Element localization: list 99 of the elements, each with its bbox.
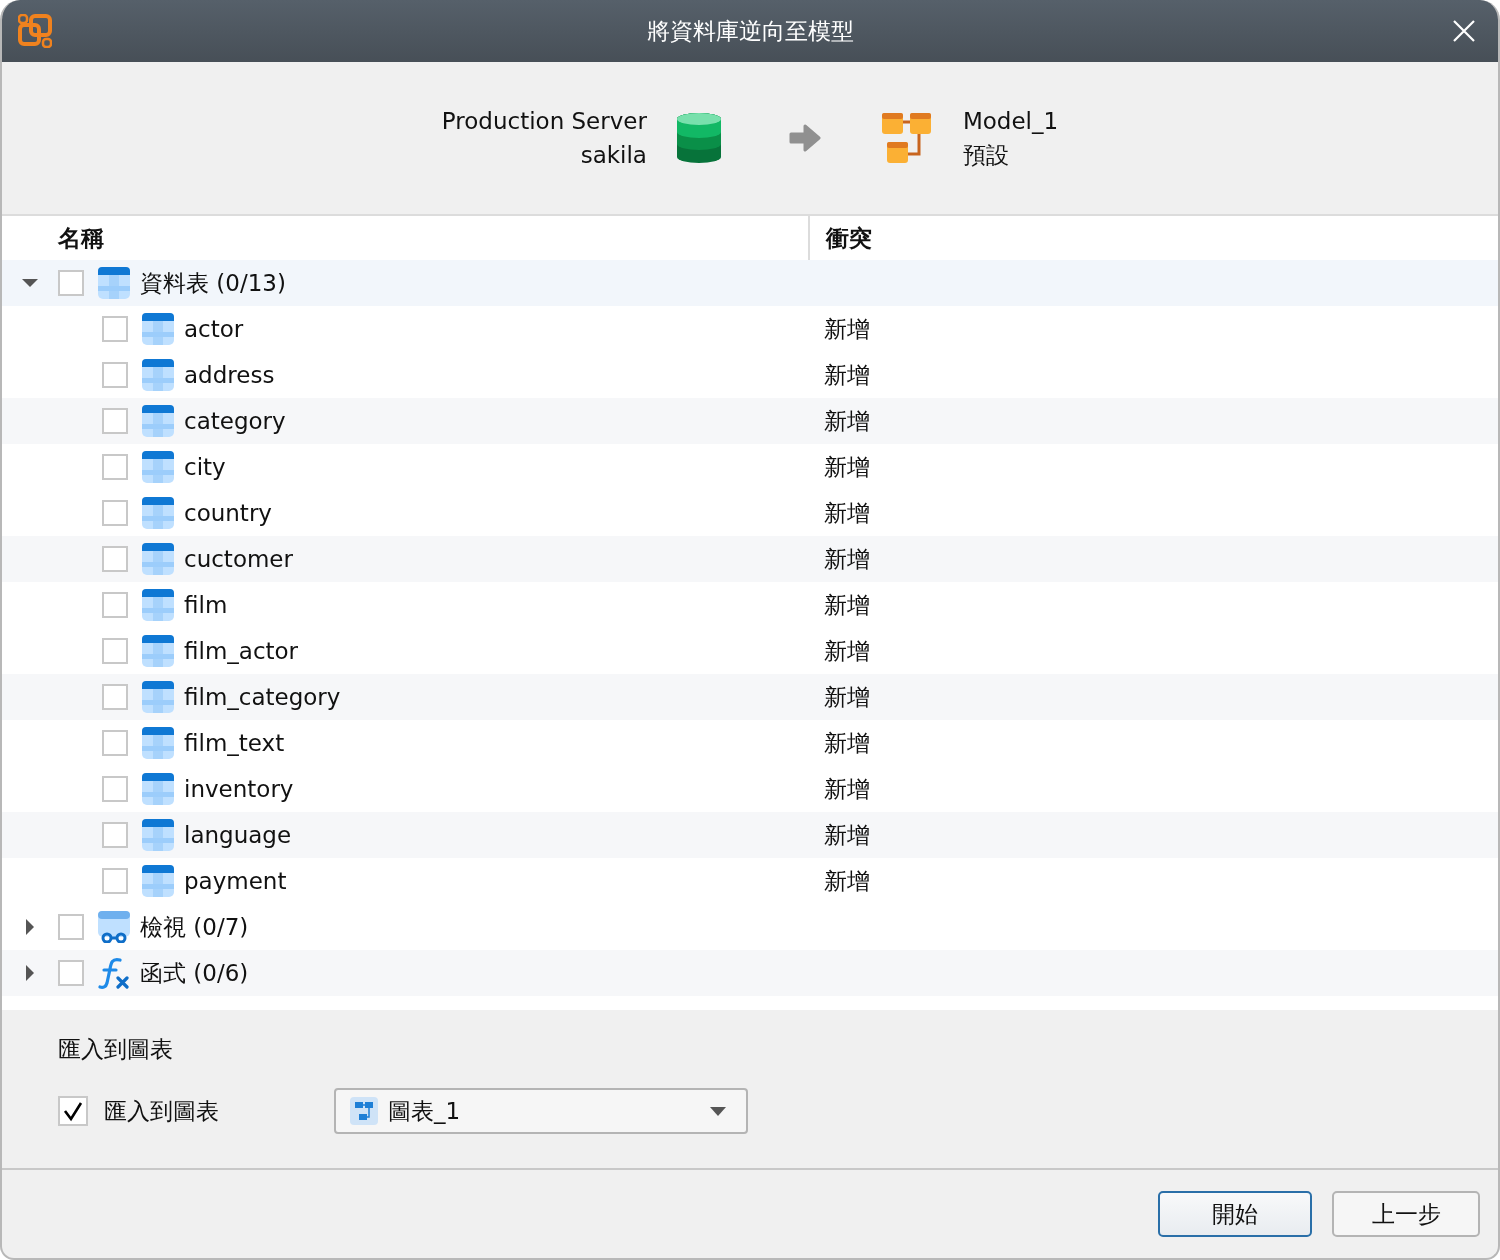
- tree-row[interactable]: inventory 新增: [2, 766, 1498, 812]
- table-name: city: [184, 454, 227, 480]
- checkbox[interactable]: [58, 960, 84, 986]
- conflict-status: 新增: [824, 728, 870, 758]
- section-heading: 匯入到圖表: [58, 1035, 174, 1064]
- checkbox[interactable]: [102, 868, 128, 894]
- table-name: category: [184, 408, 287, 434]
- checkbox[interactable]: [102, 546, 128, 572]
- conflict-status: 新增: [824, 590, 870, 620]
- checkbox[interactable]: [102, 362, 128, 388]
- table-icon: [142, 589, 174, 621]
- table-name: inventory: [184, 776, 295, 802]
- table-name: country: [184, 500, 273, 526]
- table-name: film: [184, 592, 229, 618]
- checkbox[interactable]: [102, 822, 128, 848]
- table-icon: [98, 267, 130, 299]
- checkbox[interactable]: [102, 408, 128, 434]
- tree-row[interactable]: 資料表 (0/13): [2, 260, 1498, 306]
- tree-row[interactable]: country 新增: [2, 490, 1498, 536]
- table-glasses-icon: [98, 911, 130, 943]
- checkbox[interactable]: [102, 454, 128, 480]
- table-icon: [142, 865, 174, 897]
- checkbox[interactable]: [102, 730, 128, 756]
- database-icon: [676, 113, 721, 163]
- table-name: film_category: [184, 684, 342, 710]
- conflict-status: 新增: [824, 406, 870, 436]
- tree-row[interactable]: language 新增: [2, 812, 1498, 858]
- table-name: film_text: [184, 730, 286, 756]
- function-icon: [98, 957, 130, 989]
- checkbox[interactable]: [102, 592, 128, 618]
- table-icon: [142, 773, 174, 805]
- tree-row[interactable]: actor 新增: [2, 306, 1498, 352]
- model-name: Model_1: [962, 107, 1059, 136]
- table-icon: [142, 451, 174, 483]
- table-name: payment: [184, 868, 288, 894]
- diagram-icon: [350, 1097, 378, 1125]
- tree-row[interactable]: 檢視 (0/7): [2, 904, 1498, 950]
- expanded-caret-icon[interactable]: [22, 278, 38, 288]
- tree-row[interactable]: film_text 新增: [2, 720, 1498, 766]
- table-icon: [142, 313, 174, 345]
- schema-name: 預設: [962, 141, 1010, 170]
- table-icon: [142, 819, 174, 851]
- table-name: actor: [184, 316, 245, 342]
- collapsed-caret-icon[interactable]: [25, 965, 35, 981]
- model-diagram-icon: [880, 112, 933, 164]
- tree-row[interactable]: film 新增: [2, 582, 1498, 628]
- conflict-status: 新增: [824, 314, 870, 344]
- conflict-status: 新增: [824, 820, 870, 850]
- close-button[interactable]: [1452, 19, 1476, 43]
- conflict-status: 新增: [824, 866, 870, 896]
- checkbox[interactable]: [102, 500, 128, 526]
- table-icon: [142, 405, 174, 437]
- table-name: language: [184, 822, 293, 848]
- checkbox[interactable]: [102, 776, 128, 802]
- checkbox[interactable]: [102, 638, 128, 664]
- table-name: film_actor: [184, 638, 300, 664]
- checkbox-label: 匯入到圖表: [104, 1096, 220, 1126]
- tree-row[interactable]: address 新增: [2, 352, 1498, 398]
- arrow-right-icon: [788, 123, 821, 153]
- conflict-status: 新增: [824, 452, 870, 482]
- table-icon: [142, 497, 174, 529]
- tree-row[interactable]: payment 新增: [2, 858, 1498, 904]
- dialog-button[interactable]: 開始: [1158, 1191, 1312, 1237]
- tree-row[interactable]: film_category 新增: [2, 674, 1498, 720]
- tree-row[interactable]: category 新增: [2, 398, 1498, 444]
- conflict-status: 新增: [824, 360, 870, 390]
- checkbox[interactable]: [58, 270, 84, 296]
- table-icon: [142, 543, 174, 575]
- table-name: cuctomer: [184, 546, 294, 572]
- collapsed-caret-icon[interactable]: [25, 919, 35, 935]
- tree-row[interactable]: film_actor 新增: [2, 628, 1498, 674]
- database-name: sakila: [579, 141, 647, 170]
- checkbox[interactable]: [58, 914, 84, 940]
- dropdown-caret-icon: [710, 1106, 726, 1116]
- app-logo-icon: [18, 14, 52, 48]
- conflict-status: 新增: [824, 498, 870, 528]
- table-icon: [142, 681, 174, 713]
- checkbox[interactable]: [102, 316, 128, 342]
- table-icon: [142, 727, 174, 759]
- tree-row[interactable]: city 新增: [2, 444, 1498, 490]
- dialog-button[interactable]: 上一步: [1332, 1191, 1480, 1237]
- column-header[interactable]: 衝突: [810, 216, 872, 260]
- window-title: 將資料庫逆向至模型: [645, 16, 855, 46]
- group-label: 資料表 (0/13): [140, 268, 286, 298]
- conflict-status: 新增: [824, 636, 870, 666]
- checkbox[interactable]: [58, 1096, 88, 1126]
- diagram-dropdown[interactable]: 圖表_1: [334, 1088, 748, 1134]
- table-name: address: [184, 362, 276, 388]
- tree-row[interactable]: 函式 (0/6): [2, 950, 1498, 996]
- group-label: 函式 (0/6): [140, 958, 249, 988]
- connection-name: Production Server: [441, 107, 647, 136]
- tree-row[interactable]: cuctomer 新增: [2, 536, 1498, 582]
- table-icon: [142, 359, 174, 391]
- conflict-status: 新增: [824, 774, 870, 804]
- conflict-status: 新增: [824, 682, 870, 712]
- conflict-status: 新增: [824, 544, 870, 574]
- group-label: 檢視 (0/7): [140, 912, 249, 942]
- checkbox[interactable]: [102, 684, 128, 710]
- table-icon: [142, 635, 174, 667]
